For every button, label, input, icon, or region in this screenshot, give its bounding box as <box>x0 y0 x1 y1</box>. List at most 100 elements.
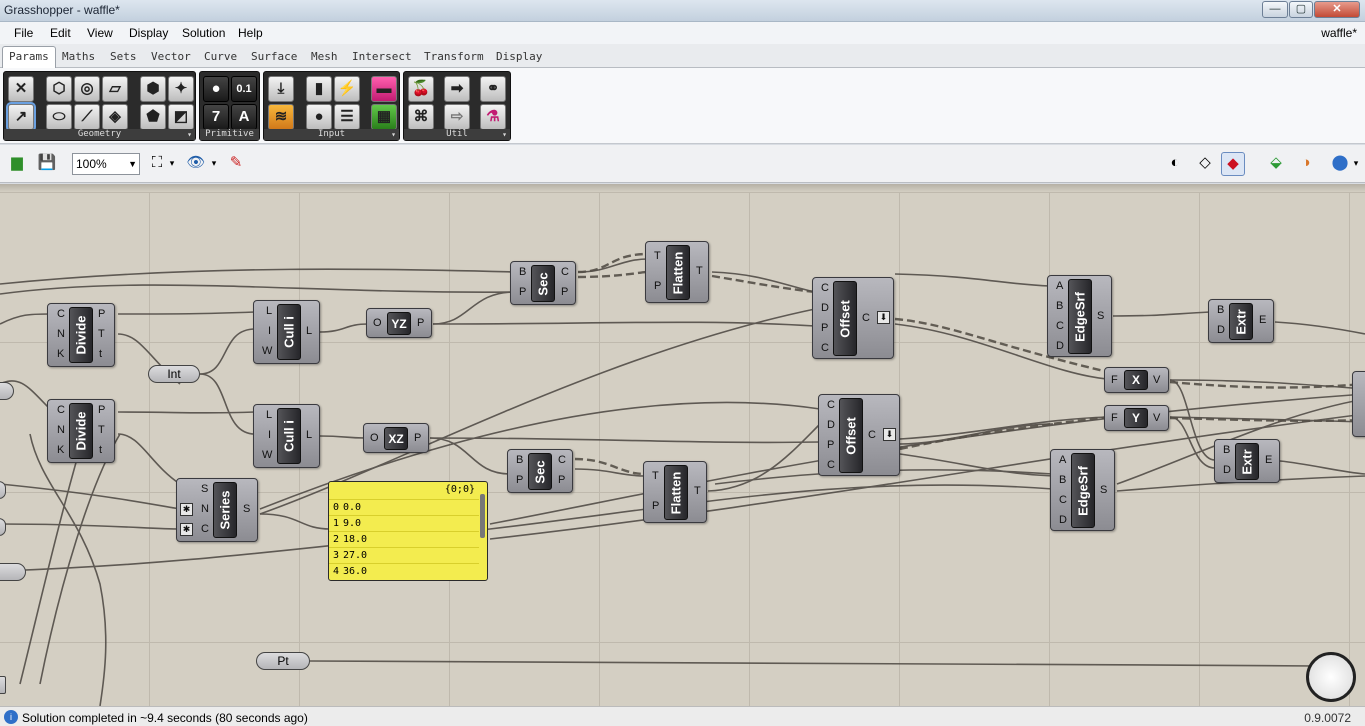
plane-param-icon[interactable]: ▱ <box>102 76 128 102</box>
mesh-param-icon[interactable]: ◩ <box>168 104 194 130</box>
preview-off-icon[interactable]: ◐ <box>1163 152 1187 176</box>
output-port[interactable]: T <box>98 424 105 436</box>
input-port[interactable]: A <box>1056 280 1063 292</box>
minimize-button[interactable]: — <box>1262 1 1288 18</box>
input-port[interactable]: C <box>827 459 835 471</box>
input-port[interactable]: P <box>516 474 523 486</box>
tab-intersect[interactable]: Intersect <box>352 50 412 63</box>
output-port[interactable]: P <box>98 308 105 320</box>
input-port[interactable]: D <box>1059 514 1067 526</box>
menu-solution[interactable]: Solution <box>182 26 225 40</box>
chevron-down-icon[interactable]: ▾ <box>166 152 178 176</box>
input-port[interactable]: K <box>57 444 64 456</box>
arc-param-icon[interactable]: ◎ <box>74 76 100 102</box>
preview-shaded-icon[interactable]: ◆ <box>1221 152 1245 176</box>
arrow-down-icon[interactable]: ⬇ <box>877 311 890 324</box>
cull-index-node[interactable]: L I W Cull i L <box>253 404 320 468</box>
output-port[interactable]: P <box>558 474 565 486</box>
input-port[interactable]: C <box>1056 320 1064 332</box>
input-port[interactable]: D <box>1056 340 1064 352</box>
tab-mesh[interactable]: Mesh <box>311 50 338 63</box>
swatch-icon[interactable]: ▦ <box>371 104 397 130</box>
output-port[interactable]: t <box>99 348 102 360</box>
offscreen-param[interactable] <box>0 563 26 581</box>
input-port[interactable]: C <box>57 308 65 320</box>
input-port[interactable]: O <box>373 317 382 329</box>
edge-surface-node[interactable]: A B C D EdgeSrf S <box>1050 449 1115 531</box>
output-port[interactable]: S <box>1100 484 1107 496</box>
cull-index-node[interactable]: L I W Cull i L <box>253 300 320 364</box>
input-port[interactable]: B <box>1217 304 1224 316</box>
output-port[interactable]: S <box>243 503 250 515</box>
unit-x-node[interactable]: F X V <box>1104 367 1169 393</box>
input-port[interactable]: C <box>821 282 829 294</box>
input-port[interactable]: B <box>519 266 526 278</box>
flatten-node[interactable]: T P Flatten T <box>645 241 709 303</box>
tab-transform[interactable]: Transform <box>424 50 484 63</box>
input-port[interactable]: D <box>821 302 829 314</box>
input-port[interactable]: B <box>1056 300 1063 312</box>
section-node[interactable]: B P Sec C P <box>510 261 576 305</box>
scrollbar[interactable] <box>480 494 485 538</box>
offscreen-param[interactable] <box>0 676 6 694</box>
input-port[interactable]: S <box>201 483 208 495</box>
section-node[interactable]: B P Sec C P <box>507 449 573 493</box>
input-port[interactable]: T <box>652 470 659 482</box>
data-input-icon[interactable]: ➡ <box>444 76 470 102</box>
output-port[interactable]: P <box>561 286 568 298</box>
menu-help[interactable]: Help <box>238 26 263 40</box>
output-port[interactable]: V <box>1153 374 1160 386</box>
gradient-icon[interactable]: ▬ <box>371 76 397 102</box>
input-port[interactable]: I <box>268 429 271 441</box>
point-param-icon[interactable]: ✕ <box>8 76 34 102</box>
output-port[interactable]: C <box>558 454 566 466</box>
close-button[interactable]: ✕ <box>1314 1 1360 18</box>
input-port[interactable]: B <box>1223 444 1230 456</box>
input-port[interactable]: W <box>262 345 272 357</box>
chevron-down-icon[interactable]: ▾ <box>1350 152 1362 176</box>
output-port[interactable]: E <box>1265 454 1272 466</box>
navigation-wheel-icon[interactable] <box>1306 652 1356 702</box>
tab-sets[interactable]: Sets <box>110 50 137 63</box>
number-param-icon[interactable]: 0.1 <box>231 76 257 102</box>
circle-param-icon[interactable]: ⬡ <box>46 76 72 102</box>
output-port[interactable]: P <box>98 404 105 416</box>
arrow-down-icon[interactable]: ⬇ <box>883 428 896 441</box>
save-file-icon[interactable]: 💾 <box>35 152 59 176</box>
output-port[interactable]: L <box>306 429 312 441</box>
input-port[interactable]: N <box>57 328 65 340</box>
integer-param[interactable]: Int <box>148 365 200 383</box>
input-port[interactable]: B <box>1059 474 1066 486</box>
tab-curve[interactable]: Curve <box>204 50 237 63</box>
yz-plane-node[interactable]: O YZ P <box>366 308 432 338</box>
tab-maths[interactable]: Maths <box>62 50 95 63</box>
output-port[interactable]: T <box>694 485 701 497</box>
geometry-param-icon[interactable]: ✦ <box>168 76 194 102</box>
input-port[interactable]: F <box>1111 374 1118 386</box>
zoom-select[interactable]: 100% ▼ <box>72 153 140 175</box>
fitness-icon[interactable]: ⚭ <box>480 76 506 102</box>
extrude-node[interactable]: B D Extr E <box>1208 299 1274 343</box>
brep-param-icon[interactable]: ⬢ <box>140 76 166 102</box>
button-icon[interactable]: ● <box>306 104 332 130</box>
menu-view[interactable]: View <box>87 26 113 40</box>
curve-param-icon[interactable]: ⟋ <box>74 104 100 130</box>
material-icon[interactable]: ◑ <box>1294 152 1318 176</box>
output-port[interactable]: P <box>414 432 421 444</box>
input-port[interactable]: L <box>266 409 272 421</box>
input-port[interactable]: A <box>1059 454 1066 466</box>
input-port[interactable]: P <box>519 286 526 298</box>
input-port[interactable]: P <box>827 439 834 451</box>
eye-icon[interactable]: 👁 <box>184 152 208 176</box>
graph-mapper-icon[interactable]: ≋ <box>268 104 294 130</box>
input-port[interactable]: D <box>1223 464 1231 476</box>
menu-file[interactable]: File <box>14 26 33 40</box>
input-port[interactable]: P <box>654 280 661 292</box>
mesh-quality-icon[interactable]: ⬤ <box>1328 152 1352 176</box>
vector-param-icon[interactable]: ↗ <box>6 102 36 132</box>
line-param-icon[interactable]: ⬭ <box>46 104 72 130</box>
series-node[interactable]: S ✱ N ✱ C Series S <box>176 478 258 542</box>
unit-y-node[interactable]: F Y V <box>1104 405 1169 431</box>
slider-icon[interactable]: ⚡ <box>334 76 360 102</box>
input-port[interactable]: N <box>201 503 209 515</box>
